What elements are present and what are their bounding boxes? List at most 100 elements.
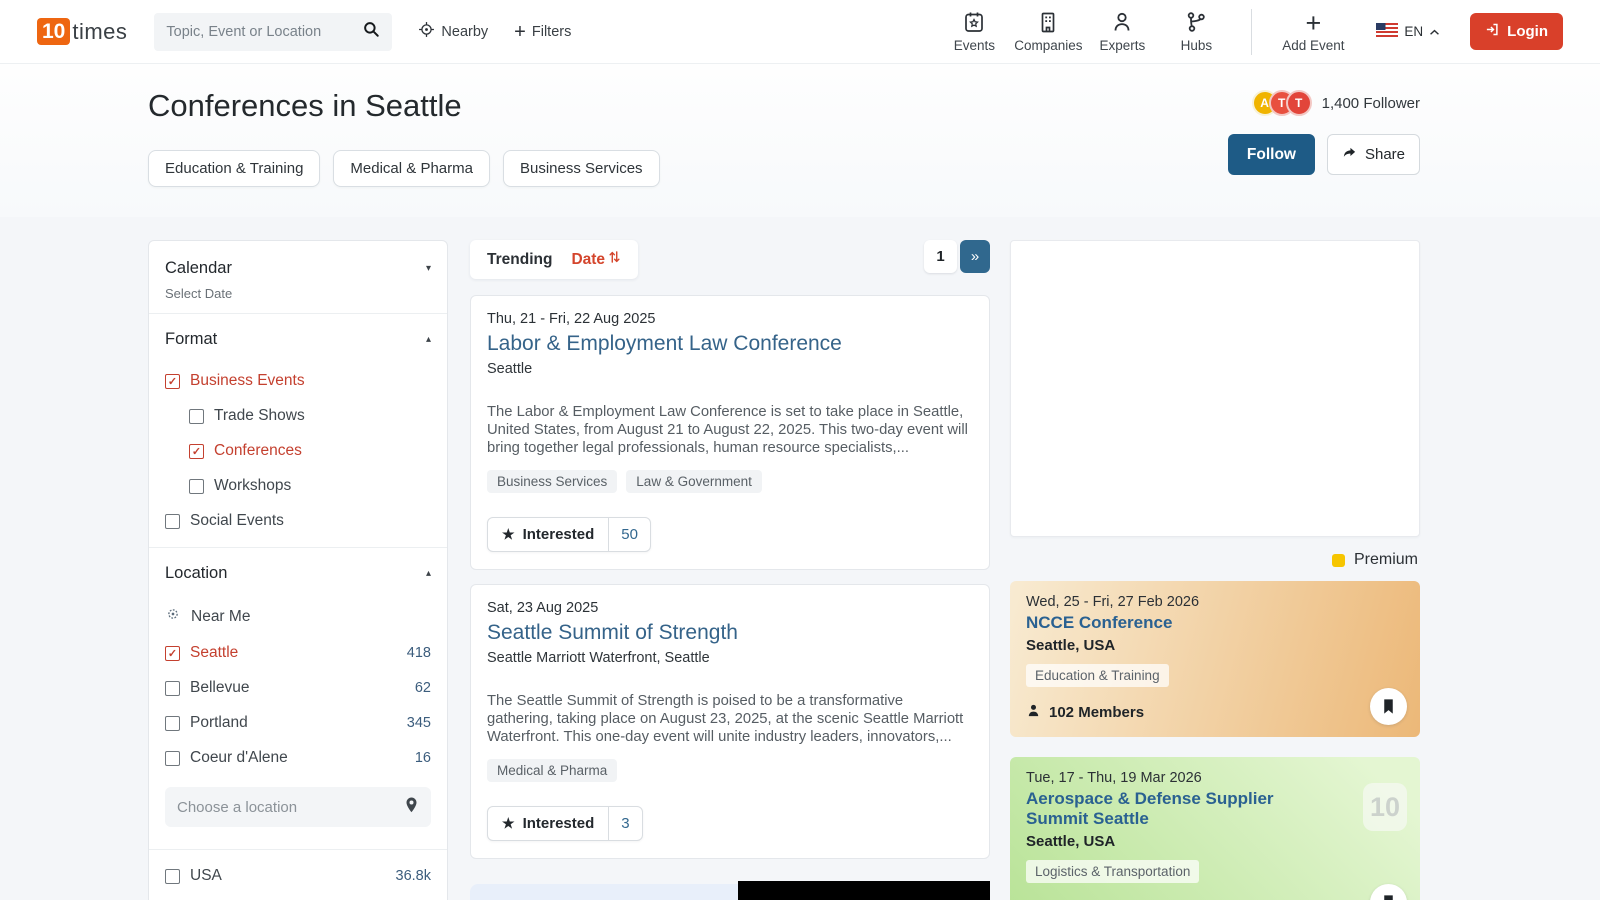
filter-label[interactable]: Trade Shows [214, 407, 305, 425]
interested-button[interactable]: Interested 3 [487, 806, 643, 841]
checkbox-icon[interactable] [165, 681, 180, 696]
event-venue: Seattle Marriott Waterfront, Seattle [487, 650, 973, 666]
checkbox-checked-icon[interactable] [189, 444, 204, 459]
tab-date-sort[interactable]: Date [571, 250, 621, 269]
checkbox-icon[interactable] [165, 869, 180, 884]
filter-label[interactable]: Workshops [214, 477, 291, 495]
login-label: Login [1507, 23, 1548, 40]
event-tag[interactable]: Education & Training [1026, 664, 1169, 687]
chevron-up-icon[interactable] [426, 568, 431, 579]
nearby-button[interactable]: Nearby [418, 21, 488, 42]
choose-location-input[interactable] [177, 799, 404, 816]
featured-ad-image[interactable] [738, 881, 990, 900]
interested-label: Interested [523, 526, 595, 543]
location-section-header[interactable]: Location [165, 558, 431, 589]
event-location: Seattle, USA [1026, 833, 1404, 850]
checkbox-icon[interactable] [165, 514, 180, 529]
event-date: Thu, 21 - Fri, 22 Aug 2025 [487, 311, 973, 327]
chevron-up-icon[interactable] [426, 334, 431, 345]
chip-education-training[interactable]: Education & Training [148, 150, 320, 187]
filter-business-events[interactable]: Business Events [165, 372, 431, 390]
event-tag[interactable]: Medical & Pharma [487, 759, 617, 782]
search-box[interactable] [154, 13, 392, 51]
event-tag[interactable]: Business Services [487, 470, 617, 493]
event-date: Tue, 17 - Thu, 19 Mar 2026 [1026, 770, 1404, 786]
event-venue: Seattle [487, 361, 973, 377]
event-title-link[interactable]: Aerospace & Defense Supplier Summit Seat… [1026, 789, 1316, 829]
filters-button[interactable]: + Filters [514, 22, 571, 42]
chevron-down-icon[interactable] [426, 263, 431, 274]
search-input[interactable] [166, 24, 362, 40]
nav-item-companies[interactable]: Companies [1015, 10, 1081, 53]
filter-social-events[interactable]: Social Events [165, 512, 431, 530]
format-section-header[interactable]: Format [165, 324, 431, 355]
select-date-link[interactable]: Select Date [165, 286, 431, 301]
calendar-section-header[interactable]: Calendar [165, 253, 431, 284]
plus-icon: + [1306, 10, 1322, 34]
filter-label[interactable]: Conferences [214, 442, 302, 460]
10times-logo[interactable]: 10 times [37, 18, 127, 45]
choose-location-box[interactable] [165, 787, 431, 827]
login-arrow-icon [1485, 22, 1500, 41]
event-title-link[interactable]: Labor & Employment Law Conference [487, 332, 973, 356]
calendar-section-title: Calendar [165, 259, 232, 278]
near-me-label[interactable]: Near Me [191, 608, 250, 626]
right-sidebar: Premium Wed, 25 - Fri, 27 Feb 2026 NCCE … [1010, 240, 1420, 900]
divider [149, 313, 447, 314]
checkbox-checked-icon[interactable] [165, 374, 180, 389]
event-tag[interactable]: Logistics & Transportation [1026, 860, 1199, 883]
checkbox-icon[interactable] [165, 751, 180, 766]
filter-count: 418 [407, 645, 431, 661]
interested-button[interactable]: Interested 50 [487, 517, 651, 552]
near-me-button[interactable]: Near Me [165, 606, 431, 627]
filter-label[interactable]: USA [190, 867, 222, 885]
filter-seattle[interactable]: Seattle 418 [165, 644, 431, 662]
language-selector[interactable]: EN [1376, 23, 1440, 40]
follow-button[interactable]: Follow [1228, 134, 1315, 175]
login-button[interactable]: Login [1470, 13, 1563, 50]
page-number[interactable]: 1 [924, 240, 957, 273]
chip-medical-pharma[interactable]: Medical & Pharma [333, 150, 490, 187]
event-card: Thu, 21 - Fri, 22 Aug 2025 Labor & Emplo… [470, 295, 990, 570]
nav-label: Companies [1014, 38, 1082, 53]
checkbox-icon[interactable] [165, 716, 180, 731]
checkbox-icon[interactable] [189, 409, 204, 424]
event-tag[interactable]: Law & Government [626, 470, 762, 493]
filter-label[interactable]: Business Events [190, 372, 305, 390]
filter-portland[interactable]: Portland 345 [165, 714, 431, 732]
10times-watermark: 10 [1363, 783, 1407, 831]
nearby-target-icon [418, 21, 435, 42]
next-page-button[interactable]: » [960, 240, 990, 273]
filter-coeur-dalene[interactable]: Coeur d'Alene 16 [165, 749, 431, 767]
filter-label[interactable]: Seattle [190, 644, 238, 662]
search-icon[interactable] [362, 20, 380, 43]
tab-trending[interactable]: Trending [487, 251, 552, 269]
nav-item-events[interactable]: Events [941, 10, 1007, 53]
nav-item-hubs[interactable]: Hubs [1163, 10, 1229, 53]
filter-usa[interactable]: USA 36.8k [165, 867, 431, 885]
event-title-link[interactable]: NCCE Conference [1026, 613, 1316, 633]
checkbox-icon[interactable] [189, 479, 204, 494]
filter-trade-shows[interactable]: Trade Shows [189, 407, 431, 425]
share-button[interactable]: Share [1327, 134, 1420, 175]
filter-label[interactable]: Coeur d'Alene [190, 749, 288, 767]
filter-count: 36.8k [396, 868, 431, 884]
event-date: Sat, 23 Aug 2025 [487, 600, 973, 616]
filter-workshops[interactable]: Workshops [189, 477, 431, 495]
bookmark-button[interactable] [1370, 688, 1407, 725]
nav-label: Hubs [1181, 38, 1213, 53]
filter-label[interactable]: Social Events [190, 512, 284, 530]
checkbox-checked-icon[interactable] [165, 646, 180, 661]
filter-conferences[interactable]: Conferences [189, 442, 431, 460]
add-event-button[interactable]: + Add Event [1276, 10, 1350, 53]
hubs-branch-icon [1184, 10, 1208, 34]
chip-business-services[interactable]: Business Services [503, 150, 660, 187]
nav-item-experts[interactable]: Experts [1089, 10, 1155, 53]
premium-event-card: Wed, 25 - Fri, 27 Feb 2026 NCCE Conferen… [1010, 581, 1420, 737]
filter-bellevue[interactable]: Bellevue 62 [165, 679, 431, 697]
follower-count: 1,400 Follower [1322, 95, 1420, 112]
event-title-link[interactable]: Seattle Summit of Strength [487, 621, 973, 645]
bookmark-button[interactable] [1370, 884, 1407, 900]
filter-label[interactable]: Bellevue [190, 679, 249, 697]
filter-label[interactable]: Portland [190, 714, 248, 732]
